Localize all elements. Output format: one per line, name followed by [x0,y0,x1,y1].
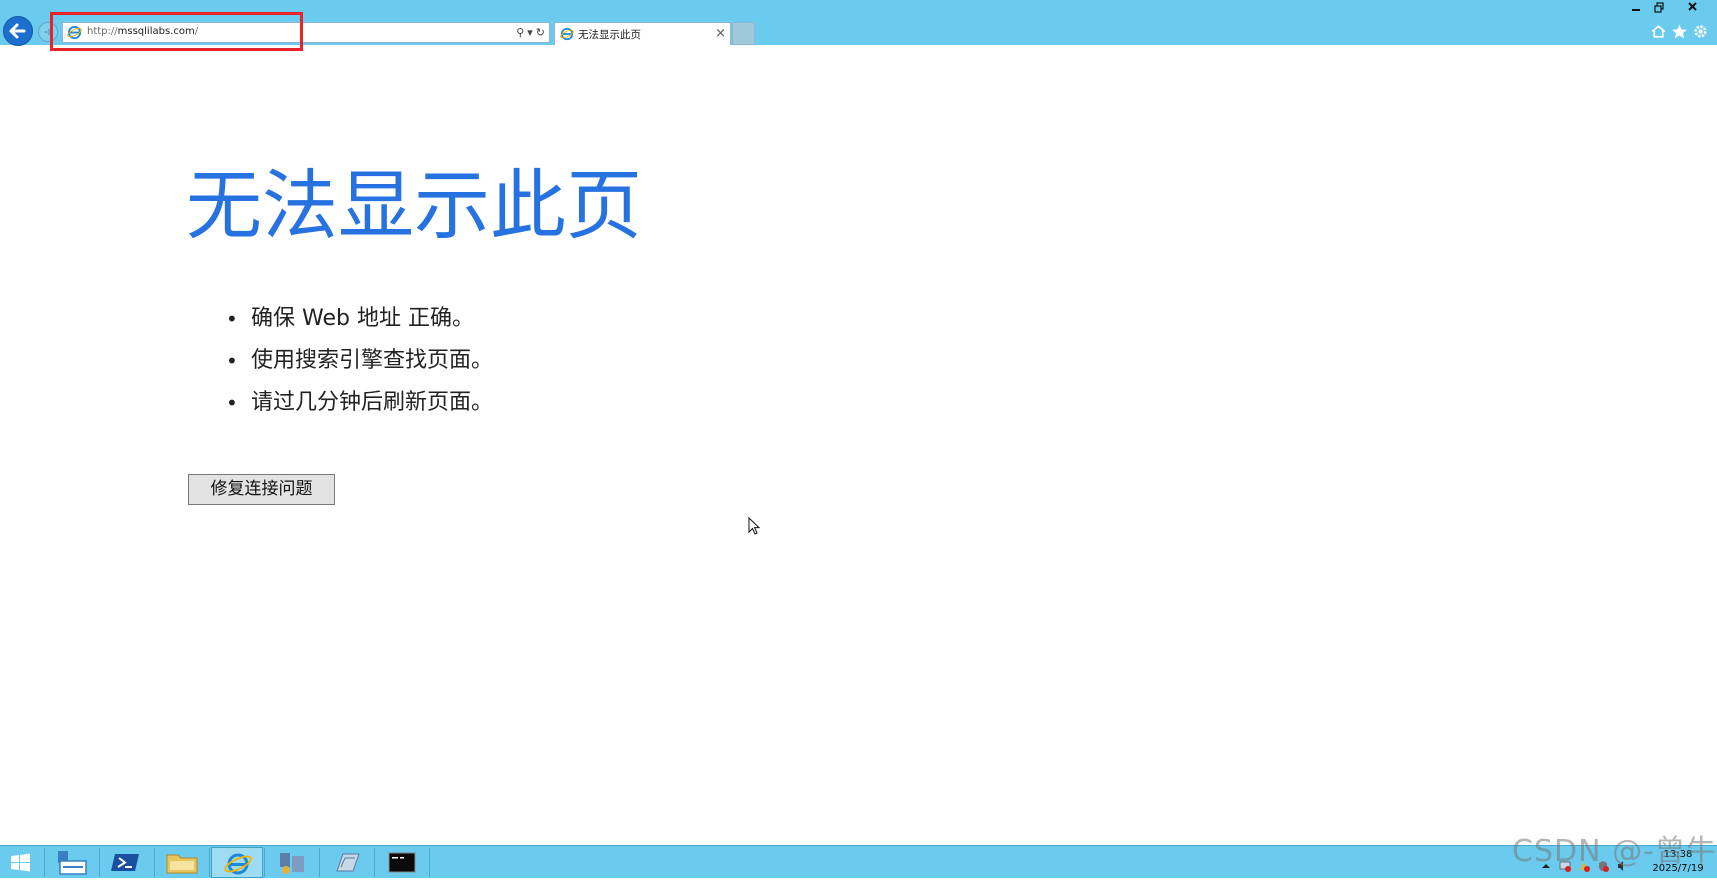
restore-icon [1654,2,1664,13]
file-explorer-icon [166,854,198,874]
file-explorer-button[interactable] [156,847,208,878]
minimize-button[interactable] [1625,0,1647,16]
gear-icon[interactable] [1692,23,1709,40]
editor-button[interactable] [321,847,373,878]
suggestion-item: 使用搜索引擎查找页面。 [226,340,493,382]
network-tool-button[interactable] [266,847,318,878]
server-manager-button[interactable] [46,847,98,878]
taskbar-separator [374,848,375,877]
taskbar-separator [209,848,210,877]
command-prompt-icon [388,852,416,873]
refresh-icon[interactable]: ↻ [536,24,545,41]
favorites-star-icon[interactable] [1671,23,1688,40]
suggestion-item: 请过几分钟后刷新页面。 [226,382,493,424]
fix-connection-button[interactable]: 修复连接问题 [188,474,335,505]
ie-tab-icon [560,27,574,41]
taskbar-separator [319,848,320,877]
close-icon [1688,2,1697,11]
back-arrow-icon [9,23,26,39]
taskbar-separator [99,848,100,877]
command-prompt-button[interactable] [376,847,428,878]
minimize-icon [1632,9,1640,11]
internet-explorer-button[interactable] [211,847,263,878]
powershell-button[interactable] [101,847,153,878]
dropdown-icon[interactable]: ▾ [527,24,533,41]
restore-button[interactable] [1648,0,1670,16]
powershell-icon [111,854,139,871]
network-tool-icon [280,853,304,874]
start-button[interactable] [0,847,42,878]
taskbar-separator [264,848,265,877]
server-manager-icon [58,851,87,875]
taskbar-separator [154,848,155,877]
page-title: 无法显示此页 [186,161,642,250]
taskbar: 13:38 2025/7/19 [0,845,1717,878]
search-icon[interactable]: ⚲ [516,24,524,41]
close-window-button[interactable] [1671,0,1715,16]
watermark: CSDN @-曾牛 [1512,834,1717,869]
browser-tab[interactable]: 无法显示此页 × [554,22,731,45]
suggestion-list: 确保 Web 地址 正确。 使用搜索引擎查找页面。 请过几分钟后刷新页面。 [226,298,493,424]
back-button[interactable] [3,16,33,46]
address-highlight-box [50,12,303,51]
address-tools: ⚲ ▾ ↻ [516,24,545,41]
taskbar-separator [44,848,45,877]
internet-explorer-icon [224,853,252,875]
tab-close-icon[interactable]: × [715,24,726,44]
new-tab-button[interactable] [732,22,755,45]
home-icon[interactable] [1650,23,1667,40]
suggestion-item: 确保 Web 地址 正确。 [226,298,493,340]
tab-title: 无法显示此页 [578,29,641,41]
taskbar-separator [429,848,430,877]
mouse-cursor-icon [748,517,761,535]
editor-icon [336,853,360,872]
start-icon [11,853,30,872]
